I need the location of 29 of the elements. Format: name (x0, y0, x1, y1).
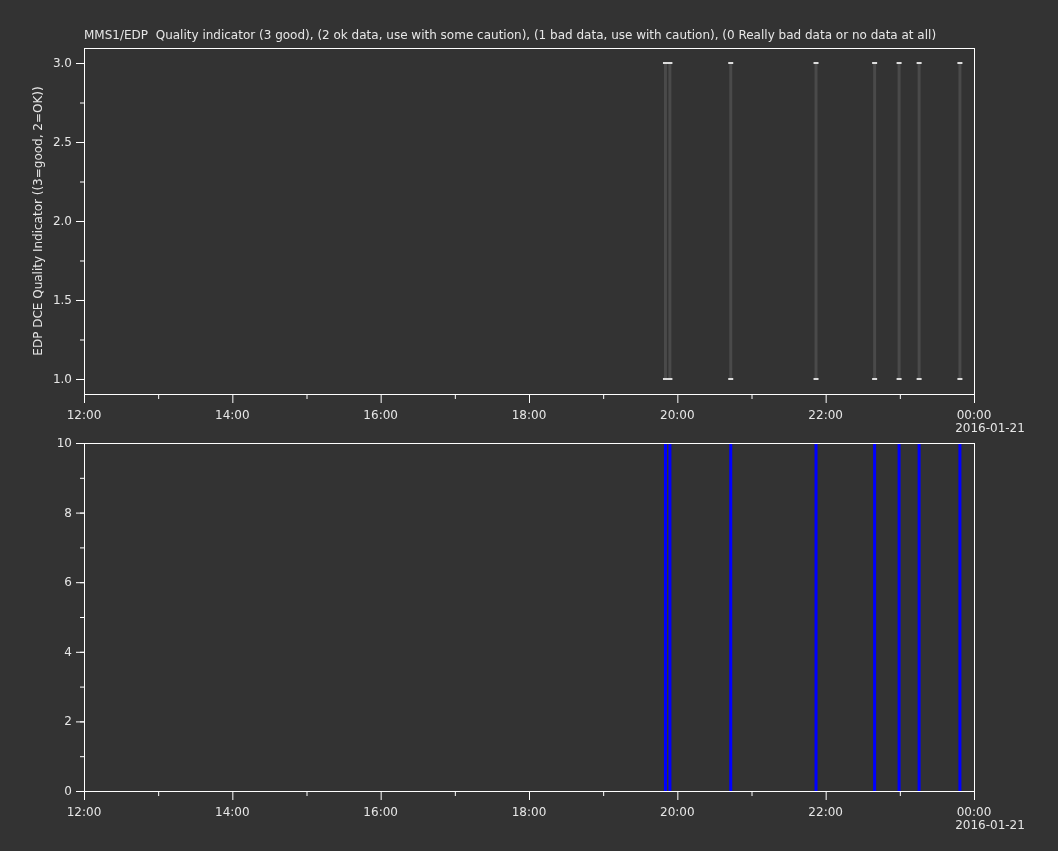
axis-tick-label: 18:00 (511, 408, 547, 422)
axis-tick-label: 10 (56, 436, 72, 450)
axis-tick-label: 3.0 (52, 56, 72, 70)
axis-tick-label: 14:00 (215, 408, 250, 422)
date-label: 2016-01-21 (955, 818, 1025, 832)
axis-tick-label: 22:00 (808, 408, 843, 422)
axis-tick-label: 20:00 (660, 805, 695, 819)
axis-tick-label: 22:00 (808, 805, 843, 819)
axis-tick-label: 12:00 (66, 408, 102, 422)
axis-tick-label: 00:00 (956, 805, 992, 819)
axis-tick-label: 00:00 (956, 408, 992, 422)
axis-tick-label: 1.0 (52, 372, 72, 386)
axis-tick-label: 4 (64, 644, 72, 659)
axis-tick-label: 12:00 (66, 805, 102, 819)
axis-tick-label: 0 (64, 784, 72, 798)
axis-tick-label: 2.0 (52, 214, 72, 228)
chart-title: MMS1/EDP Quality indicator (3 good), (2 ok data, use with some caution), (1 bad data, use with caution), (0 Really bad data or no data at all) (84, 28, 937, 42)
axis-tick-label: 20:00 (660, 408, 695, 422)
axis-tick-label: 16:00 (363, 408, 398, 422)
y-axis-label: EDP DCE Quality Indicator ((3=good, 2=OK)) (31, 86, 45, 356)
axis-tick-label: 14:00 (215, 805, 250, 819)
axis-tick-label: 1.5 (52, 293, 72, 307)
axis-tick-label: 6 (64, 575, 72, 590)
axis-tick-label: 16:00 (363, 805, 398, 819)
date-label: 2016-01-21 (955, 421, 1025, 432)
axis-tick-label: 18:00 (511, 805, 547, 819)
axis-tick-label: 2 (64, 714, 72, 729)
axis-tick-label: 8 (64, 505, 72, 520)
axis-tick-label: 2.5 (52, 135, 72, 149)
